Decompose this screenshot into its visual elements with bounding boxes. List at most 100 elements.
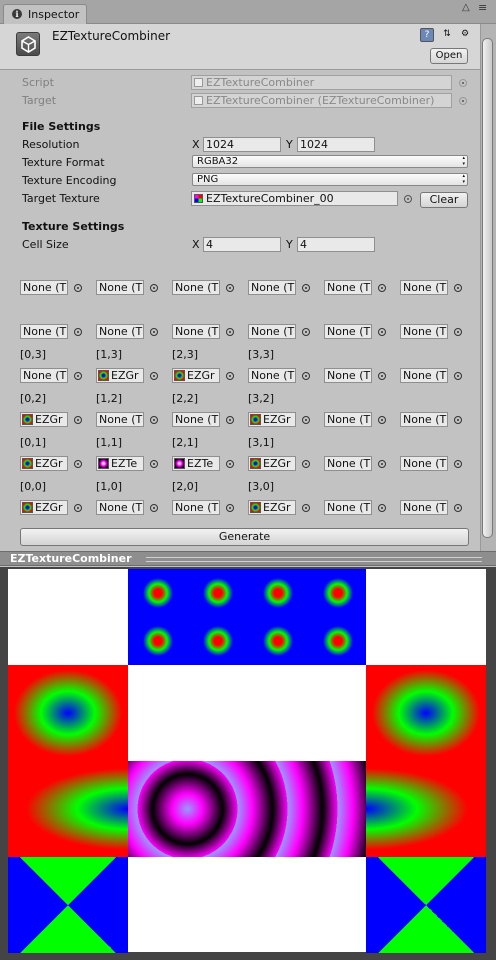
cell-picker-icon[interactable] (226, 460, 234, 468)
cell-picker-icon[interactable] (150, 416, 158, 424)
cell-picker-icon[interactable] (150, 504, 158, 512)
resolution-y-field[interactable]: 1024 (297, 137, 375, 152)
cell-value: None (T (99, 501, 143, 514)
target-texture-picker-icon[interactable] (404, 195, 412, 203)
cell-picker-icon[interactable] (74, 284, 82, 292)
resolution-x-field[interactable]: 1024 (203, 137, 281, 152)
texture-cell-field[interactable]: None (T (20, 324, 68, 339)
texture-cell-field[interactable]: None (T (172, 324, 220, 339)
texture-cell-field[interactable]: EZTe (172, 456, 220, 471)
cell-picker-icon[interactable] (74, 416, 82, 424)
cell-picker-icon[interactable] (226, 504, 234, 512)
cell-picker-icon[interactable] (226, 416, 234, 424)
texture-cell-field[interactable]: None (T (172, 412, 220, 427)
texture-cell-field[interactable]: None (T (96, 324, 144, 339)
cell-picker-icon[interactable] (454, 372, 462, 380)
cell-picker-icon[interactable] (74, 328, 82, 336)
cell-picker-icon[interactable] (454, 460, 462, 468)
texture-cell-field[interactable]: None (T (20, 368, 68, 383)
menu-icon[interactable]: ≡ (478, 1, 487, 14)
cell-picker-icon[interactable] (454, 284, 462, 292)
cell-picker-icon[interactable] (226, 328, 234, 336)
cell-picker-icon[interactable] (150, 284, 158, 292)
texture-cell-field[interactable]: EZGr (20, 412, 68, 427)
texture-cell-field[interactable]: None (T (324, 456, 372, 471)
texture-cell-field[interactable]: None (T (172, 280, 220, 295)
cell-value: None (T (403, 369, 447, 382)
cell-picker-icon[interactable] (302, 372, 310, 380)
texture-cell-field[interactable]: None (T (324, 412, 372, 427)
cell-picker-icon[interactable] (302, 460, 310, 468)
lock-icon[interactable]: △ (462, 2, 470, 13)
cell-value: None (T (251, 281, 295, 294)
texture-cell-field[interactable]: None (T (400, 500, 448, 515)
script-label: Script (22, 76, 54, 89)
texture-cell-field[interactable]: EZTe (96, 456, 144, 471)
texture-cell-field[interactable]: None (T (400, 412, 448, 427)
texture-cell-field[interactable]: None (T (324, 280, 372, 295)
cell-picker-icon[interactable] (378, 460, 386, 468)
cell-picker-icon[interactable] (378, 284, 386, 292)
preview-tile-diamond-right (366, 665, 486, 761)
gear-icon[interactable]: ⚙ (458, 28, 472, 42)
cell-picker-icon[interactable] (378, 416, 386, 424)
texture-cell-field[interactable]: None (T (324, 368, 372, 383)
help-icon[interactable]: ? (420, 28, 434, 42)
open-button[interactable]: Open (430, 48, 468, 64)
preview-drag-handle[interactable] (146, 557, 482, 562)
texture-cell-field[interactable]: EZGr (20, 500, 68, 515)
texture-cell-field[interactable]: None (T (248, 324, 296, 339)
cell-picker-icon[interactable] (150, 372, 158, 380)
cell-picker-icon[interactable] (378, 372, 386, 380)
cell-picker-icon[interactable] (150, 328, 158, 336)
target-icon (194, 96, 203, 105)
scrollbar-thumb[interactable] (482, 38, 493, 538)
texture-cell-field[interactable]: None (T (400, 280, 448, 295)
texture-cell-field[interactable]: None (T (172, 500, 220, 515)
texture-cell-field[interactable]: None (T (96, 280, 144, 295)
cell-picker-icon[interactable] (226, 372, 234, 380)
cell-picker-icon[interactable] (150, 460, 158, 468)
cell-picker-icon[interactable] (302, 284, 310, 292)
cell-picker-icon[interactable] (378, 328, 386, 336)
texture-cell-field[interactable]: None (T (96, 500, 144, 515)
texture-cell-field[interactable]: EZGr (172, 368, 220, 383)
cell-picker-icon[interactable] (302, 504, 310, 512)
texture-cell-field[interactable]: None (T (400, 456, 448, 471)
texture-cell-field[interactable]: None (T (248, 280, 296, 295)
texture-cell-field[interactable]: None (T (20, 280, 68, 295)
texture-cell-field[interactable]: None (T (324, 500, 372, 515)
texture-cell-field[interactable]: None (T (96, 412, 144, 427)
target-texture-field[interactable]: EZTextureCombiner_00 (191, 191, 398, 206)
preview-tile-grad-right (366, 761, 486, 857)
generate-button[interactable]: Generate (20, 528, 469, 546)
tab-inspector[interactable]: i Inspector (3, 4, 87, 24)
cell-value: None (T (99, 325, 143, 338)
texture-cell-field[interactable]: EZGr (248, 456, 296, 471)
cell-picker-icon[interactable] (378, 504, 386, 512)
cell-size-x-field[interactable]: 4 (203, 237, 281, 252)
texture-encoding-dropdown[interactable]: PNG (192, 173, 468, 186)
cell-picker-icon[interactable] (74, 504, 82, 512)
cell-size-y-field[interactable]: 4 (297, 237, 375, 252)
cell-picker-icon[interactable] (302, 328, 310, 336)
cell-picker-icon[interactable] (454, 328, 462, 336)
cell-picker-icon[interactable] (454, 504, 462, 512)
cell-picker-icon[interactable] (74, 460, 82, 468)
texture-cell-field[interactable]: EZGr (96, 368, 144, 383)
cell-picker-icon[interactable] (454, 416, 462, 424)
cell-picker-icon[interactable] (226, 284, 234, 292)
texture-cell-field[interactable]: None (T (248, 368, 296, 383)
cell-picker-icon[interactable] (74, 372, 82, 380)
texture-cell-field[interactable]: EZGr (248, 500, 296, 515)
texture-cell-field[interactable]: None (T (400, 324, 448, 339)
clear-button[interactable]: Clear (420, 192, 468, 208)
preset-icon[interactable]: ⇅ (440, 28, 454, 42)
cell-picker-icon[interactable] (302, 416, 310, 424)
texture-cell-field[interactable]: None (T (324, 324, 372, 339)
texture-cell-field[interactable]: None (T (400, 368, 448, 383)
texture-cell-field[interactable]: EZGr (248, 412, 296, 427)
cell-value: None (T (327, 457, 371, 470)
texture-format-dropdown[interactable]: RGBA32 (192, 155, 468, 168)
texture-cell-field[interactable]: EZGr (20, 456, 68, 471)
